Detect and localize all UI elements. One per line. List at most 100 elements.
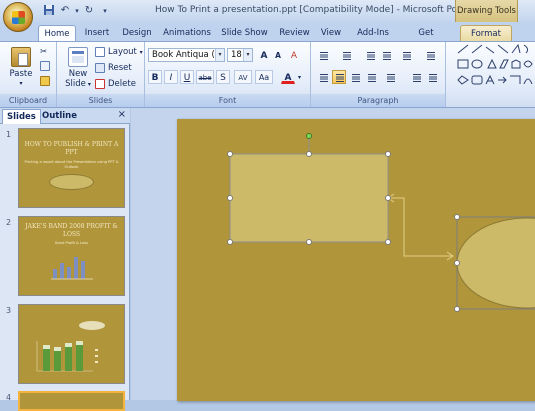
tab-outline[interactable]: Outline [42,109,77,124]
tab-get-started[interactable]: Get Started [402,25,450,54]
copy-icon[interactable] [40,60,53,73]
rotate-handle[interactable] [306,133,312,139]
slides-group: New Slide ▾ Layout ▾ Reset Delete Slides [57,42,145,107]
redo-icon[interactable]: ↻ [82,4,96,18]
paste-label: Paste [9,69,33,79]
justify-icon[interactable] [364,70,378,84]
tab-slides[interactable]: Slides [2,109,41,124]
change-case-button[interactable]: Aa [255,70,273,84]
panel-tabs: Slides Outline × [0,108,130,124]
resize-handle[interactable] [306,151,312,157]
reset-icon [95,62,105,73]
smartart-icon[interactable] [425,70,439,84]
reset-button[interactable]: Reset [95,62,132,75]
chevron-down-icon[interactable]: ▾ [295,70,304,84]
tab-insert[interactable]: Insert [82,25,112,41]
clear-formatting-button[interactable]: A [287,48,301,62]
center-icon[interactable] [332,70,346,84]
align-right-icon[interactable] [348,70,362,84]
office-logo-icon [12,11,25,24]
font-size-combo[interactable]: 18 ▾ [227,48,253,62]
slide-number: 4 [6,393,12,402]
layout-icon [95,46,105,57]
paste-icon [11,47,31,67]
font-name-combo[interactable]: Book Antiqua (Bod ▾ [148,48,225,62]
tab-format[interactable]: Format [460,25,512,41]
resize-handle[interactable] [385,151,391,157]
chevron-down-icon[interactable]: ▾ [215,49,224,61]
thumb-chart-image [51,257,93,280]
slide-thumbnail-1[interactable]: HOW TO PUBLISH & PRINT A PPT Printing a … [18,128,125,208]
tab-add-ins[interactable]: Add-Ins [355,25,391,41]
thumb-subtitle: Printing a report about the Presentation… [24,160,119,169]
slide-canvas[interactable] [177,119,535,401]
shapes-gallery [446,42,535,107]
numbering-icon[interactable] [339,48,353,62]
resize-handle[interactable] [454,306,460,312]
decrease-indent-icon[interactable] [363,48,377,62]
resize-handle[interactable] [227,195,233,201]
text-direction-icon[interactable] [423,48,437,62]
drawing-tools-label: Drawing Tools [455,0,518,22]
thumb-chart-image [36,341,98,372]
resize-handle[interactable] [227,239,233,245]
grow-font-button[interactable]: A [257,48,271,62]
resize-handle[interactable] [454,214,460,220]
ribbon: Paste ▾ ✂ Clipboard New Slide ▾ Layout ▾… [0,41,535,108]
cut-icon[interactable]: ✂ [40,46,47,59]
align-left-icon[interactable] [316,70,330,84]
columns-icon[interactable] [383,70,397,84]
line-spacing-icon[interactable] [399,48,413,62]
strikethrough-button[interactable]: abe [196,70,214,84]
qat-customize-icon[interactable]: ▾ [98,4,112,18]
new-slide-button[interactable]: New Slide ▾ [61,45,95,90]
delete-button[interactable]: Delete [95,78,136,91]
ellipse-shape[interactable] [457,217,535,309]
align-text-icon[interactable] [409,70,423,84]
close-icon[interactable]: × [118,109,126,120]
italic-button[interactable]: I [164,70,178,84]
new-slide-icon [68,47,88,67]
layout-label: Layout [108,47,137,57]
shrink-font-button[interactable]: A [271,48,285,62]
tab-view[interactable]: View [318,25,344,41]
character-spacing-button[interactable]: AV [234,70,252,84]
clipboard-group: Paste ▾ ✂ Clipboard [0,42,57,107]
thumb-title: JAKE'S BAND 2008 PROFIT & LOSS [25,223,118,238]
layout-button[interactable]: Layout ▾ [95,46,143,59]
resize-handle[interactable] [227,151,233,157]
selected-rectangle-shape[interactable] [230,154,388,242]
resize-handle[interactable] [385,239,391,245]
thumb-title: HOW TO PUBLISH & PRINT A PPT [24,141,119,156]
bullets-icon[interactable] [316,48,330,62]
tab-animations[interactable]: Animations [163,25,211,41]
resize-handle[interactable] [306,239,312,245]
slide-thumbnail-2[interactable]: JAKE'S BAND 2008 PROFIT & LOSS Band Prof… [18,216,125,296]
format-painter-icon[interactable] [40,75,53,88]
slide-thumbnail-4[interactable] [18,391,125,411]
thumb-subtitle: Band Profit & Loss [55,241,88,245]
font-color-button[interactable]: A [281,70,295,84]
save-icon[interactable] [42,4,56,18]
increase-indent-icon[interactable] [379,48,393,62]
ribbon-tabs: Home Insert Design Animations Slide Show… [0,22,535,54]
font-size-value: 18 [231,50,242,60]
paste-button[interactable]: Paste ▾ [6,45,36,89]
shape-icons[interactable] [446,42,535,94]
office-button[interactable] [3,2,33,32]
shadow-button[interactable]: S [216,70,230,84]
tab-design[interactable]: Design [121,25,153,41]
tab-home[interactable]: Home [38,25,76,41]
tab-slide-show[interactable]: Slide Show [220,25,269,41]
tab-review[interactable]: Review [278,25,311,41]
slide-number: 3 [6,306,12,315]
chevron-down-icon[interactable]: ▾ [243,49,252,61]
resize-handle[interactable] [385,195,391,201]
slide-thumbnail-3[interactable] [18,304,125,384]
clipboard-group-label: Clipboard [0,94,56,107]
underline-button[interactable]: U [180,70,194,84]
paragraph-group-label: Paragraph [311,94,445,107]
resize-handle[interactable] [454,260,460,266]
paragraph-group: Paragraph [311,42,446,107]
bold-button[interactable]: B [148,70,162,84]
